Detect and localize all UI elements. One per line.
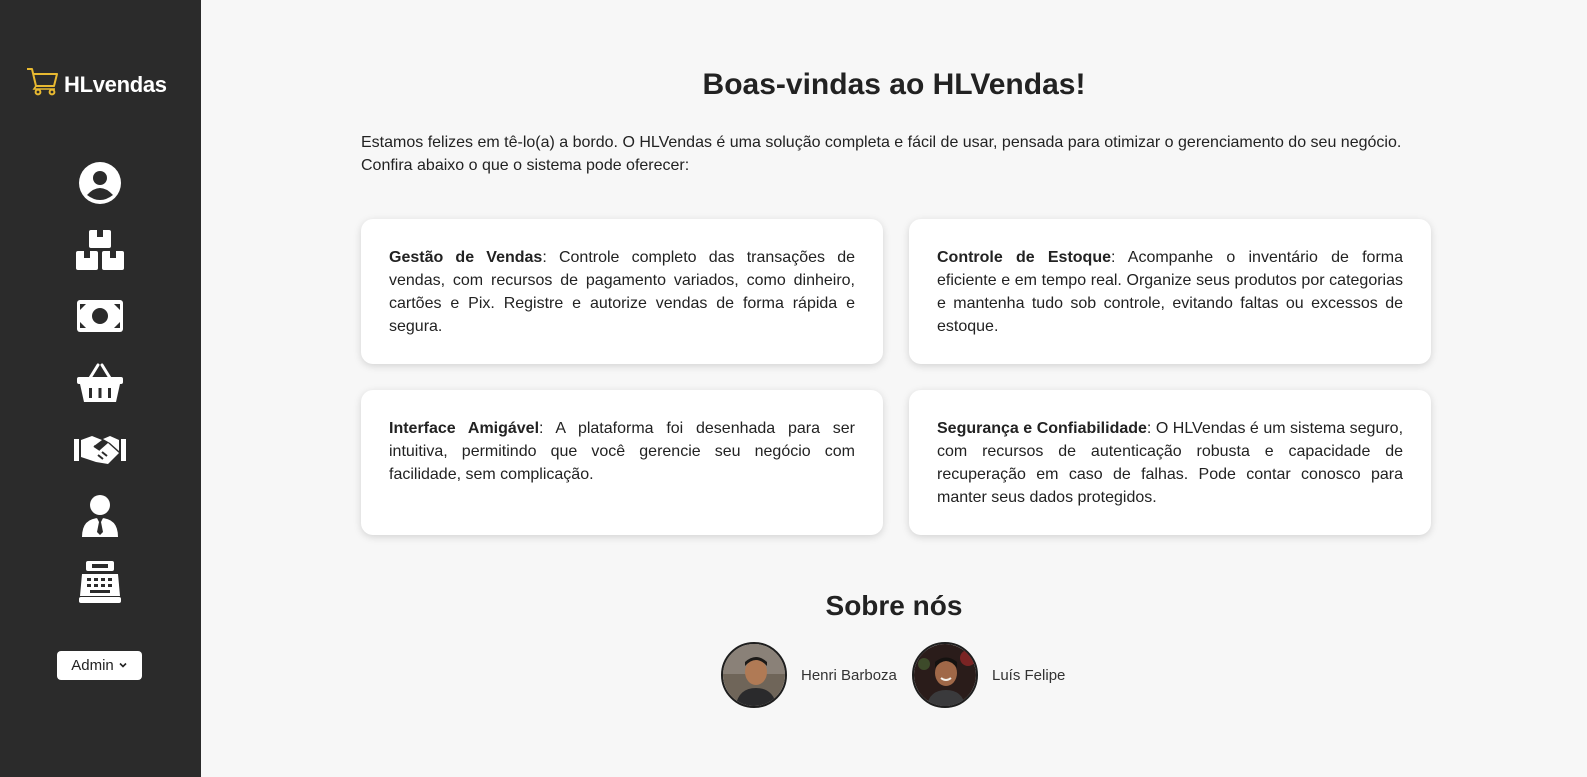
feature-card-stock: Controle de Estoque: Acompanhe o inventá… <box>909 219 1431 364</box>
money-bill-icon <box>76 298 124 339</box>
main-content: Boas-vindas ao HLVendas! Estamos felizes… <box>201 0 1587 777</box>
member-name: Luís Felipe <box>992 666 1066 684</box>
intro-text: Estamos felizes em tê-lo(a) a bordo. O H… <box>361 134 1402 174</box>
team-member: Henri Barboza <box>721 642 897 708</box>
card-heading: Gestão de Vendas <box>389 249 543 266</box>
feature-card-security: Segurança e Confiabilidade: O HLVendas é… <box>909 390 1431 535</box>
card-heading: Interface Amigável <box>389 420 540 437</box>
avatar <box>912 642 978 708</box>
shopping-cart-icon <box>26 66 60 103</box>
nav-cash-register[interactable] <box>76 560 124 609</box>
basket-icon <box>76 362 124 409</box>
member-name: Henri Barboza <box>801 666 897 684</box>
brand-logo[interactable]: HLvendas <box>26 66 167 103</box>
brand-name: HLvendas <box>64 71 167 97</box>
card-heading: Segurança e Confiabilidade <box>937 420 1147 437</box>
nav-partners[interactable] <box>74 429 126 473</box>
admin-label: Admin <box>71 657 114 674</box>
nav-sales[interactable] <box>76 363 124 407</box>
nav-employees[interactable] <box>76 494 124 543</box>
cash-register-icon <box>78 560 122 609</box>
team-member: Luís Felipe <box>912 642 1065 708</box>
page-title: Boas-vindas ao HLVendas! <box>702 68 1086 101</box>
user-circle-icon <box>78 161 122 210</box>
nav-profile[interactable] <box>76 161 124 210</box>
sidebar: HLvendas Admin <box>0 0 201 777</box>
nav-products[interactable] <box>76 229 124 276</box>
nav-finance[interactable] <box>76 296 124 340</box>
about-title: Sobre nós <box>825 590 963 621</box>
feature-card-interface: Interface Amigável: A plataforma foi des… <box>361 390 883 535</box>
chevron-down-icon <box>118 657 128 674</box>
handshake-icon <box>74 431 126 472</box>
feature-card-sales: Gestão de Vendas: Controle completo das … <box>361 219 883 364</box>
boxes-icon <box>76 229 124 276</box>
card-heading: Controle de Estoque <box>937 249 1111 266</box>
avatar <box>721 642 787 708</box>
user-tie-icon <box>80 494 120 543</box>
admin-dropdown[interactable]: Admin <box>57 651 142 680</box>
